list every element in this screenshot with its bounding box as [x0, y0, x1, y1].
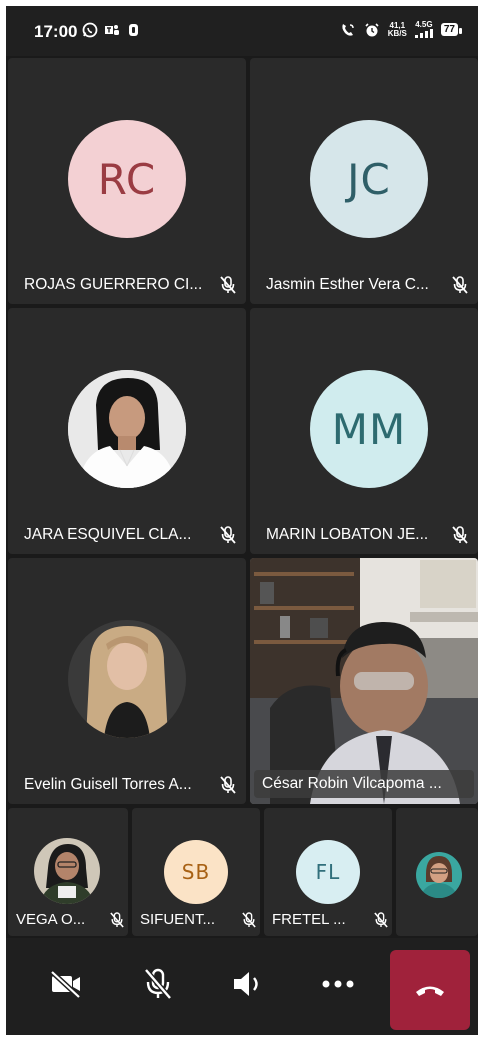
participant-name: MARIN LOBATON JE...	[266, 526, 429, 543]
teams-call-screen: 17:00 41,1 KB/S 4.5G 77 RC ROJAS GUERRERO…	[6, 6, 478, 1035]
more-icon	[322, 980, 354, 988]
call-controls-toolbar	[6, 938, 478, 1035]
mic-toggle-button[interactable]	[132, 958, 184, 1010]
end-call-button[interactable]	[390, 950, 470, 1030]
avatar-initials: MM	[331, 404, 407, 454]
participant-name: FRETEL ...	[272, 911, 346, 928]
participant-photo-vega	[34, 838, 100, 904]
participant-tile-mm[interactable]: MM MARIN LOBATON JE...	[250, 308, 478, 554]
mic-muted-icon	[452, 276, 468, 294]
camera-toggle-button[interactable]	[40, 958, 92, 1010]
signal-bars-icon	[414, 29, 433, 38]
camera-off-icon	[50, 970, 81, 998]
avatar-initials: FL	[315, 860, 341, 884]
avatar-fl: FL	[296, 840, 360, 904]
avatar-rc: RC	[68, 120, 186, 238]
status-bar: 17:00 41,1 KB/S 4.5G 77	[6, 6, 478, 56]
mic-muted-icon	[110, 912, 124, 928]
participant-name: JARA ESQUIVEL CLA...	[24, 526, 192, 543]
participant-tile-vega[interactable]: VEGA O...	[8, 808, 128, 936]
network-speed: 41,1 KB/S	[387, 20, 407, 38]
end-call-icon	[416, 986, 444, 996]
avatar-mm: MM	[310, 370, 428, 488]
participant-tile-rc[interactable]: RC ROJAS GUERRERO CI...	[8, 58, 246, 304]
avatar-initials: SB	[181, 860, 211, 884]
participant-video-cesar[interactable]: César Robin Vilcapoma ...	[250, 558, 478, 804]
speaker-button[interactable]	[222, 958, 274, 1010]
status-time: 17:00	[34, 22, 78, 41]
signal-indicator: 4.5G	[414, 21, 433, 38]
video-feed	[250, 558, 478, 804]
participant-name-label: César Robin Vilcapoma ...	[254, 770, 474, 798]
more-options-button[interactable]	[312, 958, 364, 1010]
alarm-icon	[365, 22, 379, 36]
avatar-initials: RC	[97, 154, 157, 204]
participant-photo-jara	[68, 370, 186, 488]
app-icon	[129, 24, 138, 36]
participant-name: VEGA O...	[16, 911, 86, 928]
battery-indicator: 77	[440, 23, 463, 36]
mic-muted-icon	[374, 912, 388, 928]
participant-photo-overflow	[416, 852, 462, 898]
participant-photo-evelin	[68, 620, 186, 738]
participant-tile-jc[interactable]: JC Jasmin Esther Vera C...	[250, 58, 478, 304]
participant-name: Evelin Guisell Torres A...	[24, 776, 192, 793]
participant-name: SIFUENT...	[140, 911, 216, 928]
participant-tile-jara[interactable]: JARA ESQUIVEL CLA...	[8, 308, 246, 554]
mic-muted-icon	[220, 776, 236, 794]
mic-muted-icon	[220, 276, 236, 294]
avatar-jc: JC	[310, 120, 428, 238]
speaker-icon	[234, 972, 258, 996]
mic-off-icon	[144, 968, 172, 1000]
participant-name: ROJAS GUERRERO CI...	[24, 276, 203, 293]
volte-call-icon	[342, 23, 354, 36]
mic-muted-icon	[220, 526, 236, 544]
avatar-initials: JC	[347, 154, 391, 204]
mic-muted-icon	[242, 912, 256, 928]
participant-tile-overflow[interactable]	[396, 808, 478, 936]
whatsapp-icon	[82, 22, 98, 38]
participant-tile-sb[interactable]: SB SIFUENT...	[132, 808, 260, 936]
participant-tile-fl[interactable]: FL FRETEL ...	[264, 808, 392, 936]
participant-tile-evelin[interactable]: Evelin Guisell Torres A...	[8, 558, 246, 804]
participant-name: Jasmin Esther Vera C...	[266, 276, 429, 293]
avatar-sb: SB	[164, 840, 228, 904]
mic-muted-icon	[452, 526, 468, 544]
teams-icon	[105, 25, 119, 35]
